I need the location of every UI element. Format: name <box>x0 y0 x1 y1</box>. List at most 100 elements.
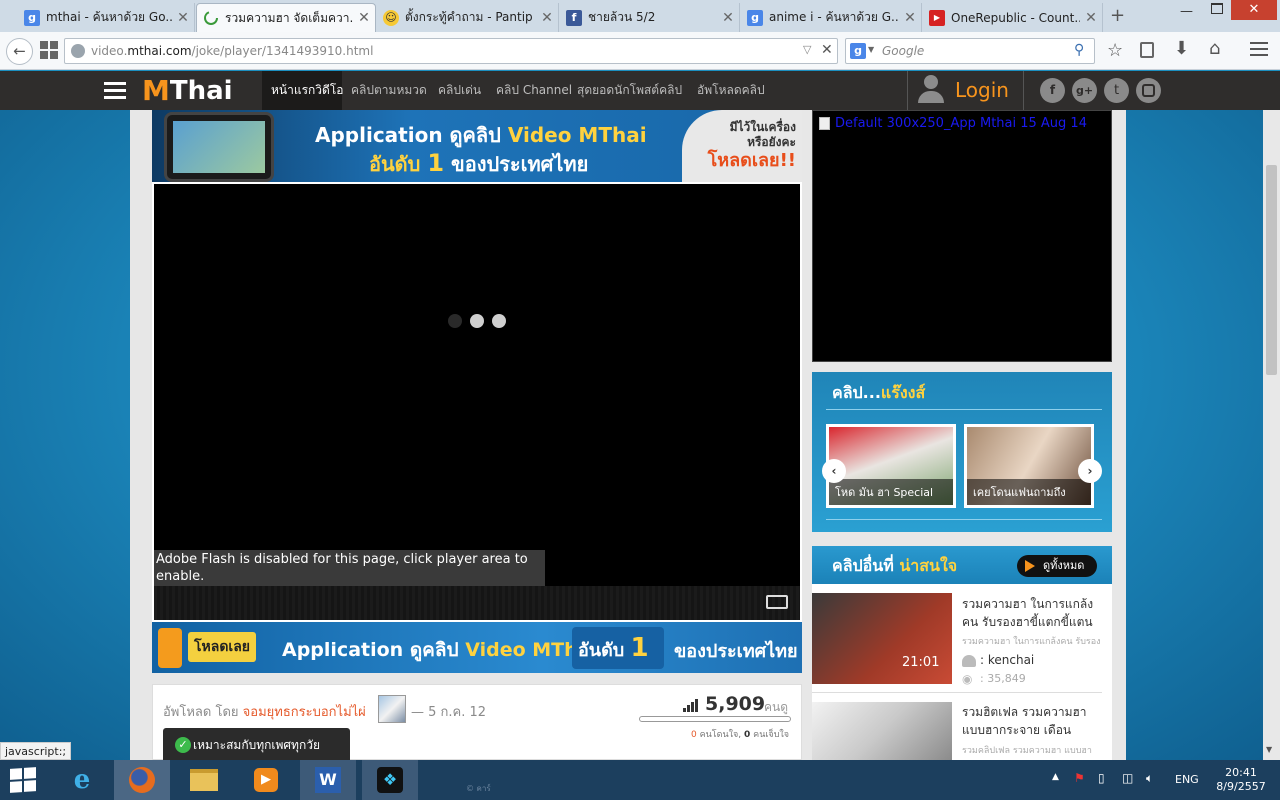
google-plus-icon[interactable]: g+ <box>1072 78 1097 103</box>
url-bar[interactable]: video.mthai.com/joke/player/1341493910.h… <box>64 38 838 64</box>
search-icon[interactable]: ⚲ <box>1074 42 1084 58</box>
stop-icon[interactable]: ✕ <box>821 42 833 58</box>
banner-rank-number: 1 <box>630 633 649 663</box>
clip-thumbnail[interactable]: 21:01 <box>812 593 952 684</box>
hot-clip-card[interactable]: โหด มัน ฮา Special <box>826 424 956 508</box>
uploader-link[interactable]: จอมยุทธกระบอกไม่ไผ่ <box>243 705 366 720</box>
language-indicator[interactable]: ENG <box>1175 773 1199 786</box>
flash-disabled-notice[interactable]: Adobe Flash is disabled for this page, c… <box>154 550 545 586</box>
minimize-button[interactable]: — <box>1180 4 1193 19</box>
restore-button[interactable] <box>1211 3 1223 14</box>
tab-pantip[interactable]: ☺ ตั้งกระทู้คำถาม - Pantip ✕ <box>377 3 559 32</box>
internet-explorer-icon[interactable]: e <box>54 760 110 800</box>
window-close-button[interactable]: ✕ <box>1231 0 1277 20</box>
like-label: คนโดนใจ, <box>699 730 742 740</box>
nav-top-posters[interactable]: สุดยอดนักโพสต์คลิป <box>577 71 682 110</box>
hot-title-a: คลิป... <box>832 383 881 402</box>
google-icon: g <box>24 9 40 26</box>
nav-category[interactable]: คลิปตามหมวด <box>351 71 427 110</box>
device-icon[interactable]: ▯ <box>1098 771 1105 785</box>
start-button[interactable] <box>10 767 36 793</box>
nav-video-home[interactable]: หน้าแรกวิดีโอ <box>271 71 343 110</box>
loading-dot <box>492 314 506 328</box>
search-box[interactable]: g ▼ Google ⚲ <box>845 38 1095 64</box>
facebook-icon[interactable]: f <box>1040 78 1065 103</box>
clip-thumbnail[interactable] <box>812 702 952 760</box>
instagram-icon[interactable] <box>1136 78 1161 103</box>
banner-app-text: Application <box>282 639 404 661</box>
divider <box>1023 71 1024 110</box>
clip-title[interactable]: รวมความฮา ในการแกล้งคน รับรองฮาขี้แตกขี้… <box>962 595 1104 631</box>
app-icon[interactable]: ❖ <box>362 760 418 800</box>
media-player-icon[interactable]: ▶ <box>238 760 294 800</box>
scrollbar-thumb[interactable] <box>1266 165 1277 375</box>
tab-label: ตั้งกระทู้คำถาม - Pantip <box>405 10 533 24</box>
more-clips-header: คลิปอื่นที่ น่าสนใจ ดูทั้งหมด <box>812 546 1112 584</box>
network-icon[interactable]: ◫ <box>1122 771 1133 785</box>
nav-channel[interactable]: คลิป Channel <box>496 71 572 110</box>
hot-clip-card[interactable]: เคยโดนแฟนถามถึง <box>964 424 1094 508</box>
close-icon[interactable]: ✕ <box>172 10 194 26</box>
clock-time: 20:41 <box>1225 766 1257 779</box>
menu-icon[interactable] <box>1250 42 1268 56</box>
search-input[interactable]: Google <box>882 44 924 58</box>
tab-youtube[interactable]: ▶ OneRepublic - Count... ✕ <box>923 3 1103 32</box>
nav-upload[interactable]: อัพโหลดคลิป <box>697 71 765 110</box>
tab-label: รวมความฮา จัดเต็มควา... <box>225 10 353 25</box>
nav-featured[interactable]: คลิปเด่น <box>438 71 481 110</box>
scroll-down-arrow[interactable]: ▼ <box>1266 745 1272 754</box>
bookmark-star-icon[interactable]: ☆ <box>1107 40 1123 61</box>
download-icon[interactable]: ⬇ <box>1174 38 1189 59</box>
chevron-down-icon[interactable]: ▼ <box>868 45 874 54</box>
dropdown-icon[interactable]: ▽ <box>803 43 811 56</box>
close-icon[interactable]: ✕ <box>717 10 739 26</box>
carousel-prev-button[interactable]: ‹ <box>822 459 846 483</box>
video-player[interactable]: Adobe Flash is disabled for this page, c… <box>152 182 802 622</box>
tab-anime-search[interactable]: g anime i - ค้นหาด้วย G... ✕ <box>741 3 922 32</box>
play-icon <box>1025 560 1035 572</box>
volume-icon[interactable]: 🔈︎ <box>1146 771 1153 786</box>
see-all-button[interactable]: ดูทั้งหมด <box>1017 555 1097 577</box>
chevron-up-icon[interactable]: ▲ <box>1052 772 1059 782</box>
home-icon[interactable]: ⌂ <box>1209 38 1220 59</box>
avatar[interactable] <box>378 695 406 723</box>
mthai-logo[interactable]: M Thai <box>142 76 233 107</box>
view-count: 5,909 <box>705 693 766 715</box>
app-banner-bottom[interactable]: โหลดเลย Application ดูคลิป Video MThai อ… <box>152 622 802 673</box>
back-button[interactable]: ← <box>6 38 33 65</box>
carousel-next-button[interactable]: › <box>1078 459 1102 483</box>
close-icon[interactable]: ✕ <box>1080 10 1102 26</box>
hot-title-b: แร๊งงส์ <box>880 383 926 402</box>
firefox-icon[interactable] <box>114 760 170 800</box>
more-title-b: น่าสนใจ <box>899 556 958 575</box>
flag-icon[interactable]: ⚑ <box>1074 771 1085 785</box>
close-icon[interactable]: ✕ <box>899 10 921 26</box>
word-icon[interactable]: W <box>300 760 356 800</box>
tab-mthai-video[interactable]: รวมความฮา จัดเต็มควา... ✕ <box>196 3 376 32</box>
hot-clip-title: เคยโดนแฟนถามถึง <box>967 479 1091 505</box>
clock[interactable]: 20:41 8/9/2557 <box>1216 766 1266 794</box>
twitter-icon[interactable]: t <box>1104 78 1129 103</box>
file-explorer-icon[interactable] <box>176 760 232 800</box>
reading-list-icon[interactable] <box>1140 42 1154 58</box>
close-icon[interactable]: ✕ <box>536 10 558 26</box>
page-scrollbar[interactable]: ▼ <box>1263 110 1280 760</box>
clip-title[interactable]: รวมฮิตเฟล รวมความฮา แบบฮากระจาย เดือน <box>962 703 1104 739</box>
login-button[interactable]: Login <box>955 78 1009 102</box>
tab-mthai-search[interactable]: g mthai - ค้นหาด้วย Go... ✕ <box>18 3 195 32</box>
close-icon[interactable]: ✕ <box>353 10 375 26</box>
grid-icon[interactable] <box>40 41 58 59</box>
tab-facebook[interactable]: f ชายล้วน 5/2 ✕ <box>560 3 740 32</box>
new-tab-button[interactable]: + <box>1110 5 1125 26</box>
clip-uploader[interactable]: : kenchai <box>980 653 1034 667</box>
fullscreen-icon[interactable] <box>766 595 788 609</box>
view-unit: คนดู <box>764 700 789 714</box>
clip-views: : 35,849 <box>980 672 1026 685</box>
ad-slot[interactable]: Default 300x250_App Mthai 15 Aug 14 <box>812 110 1112 362</box>
see-all-label: ดูทั้งหมด <box>1043 559 1085 572</box>
tab-label: mthai - ค้นหาด้วย Go... <box>46 10 172 24</box>
hamburger-icon[interactable] <box>104 82 126 99</box>
app-banner-top[interactable]: Application ดูคลิป Video MThai อันดับ 1 … <box>152 110 802 182</box>
player-controls <box>154 586 800 620</box>
uploaded-by-label: อัพโหลด โดย <box>163 705 239 720</box>
